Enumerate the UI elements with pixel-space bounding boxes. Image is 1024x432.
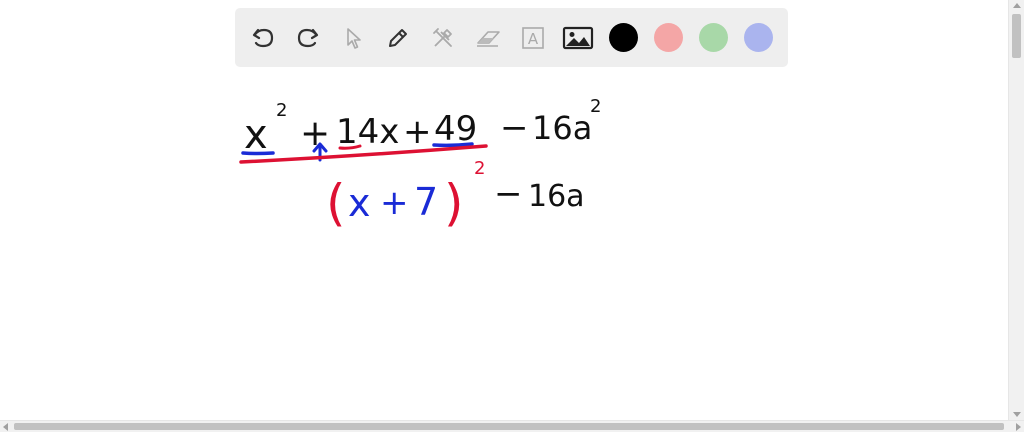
- scroll-right-arrow-icon[interactable]: [1016, 423, 1021, 431]
- text-button[interactable]: A: [517, 22, 549, 54]
- underline-x: [241, 151, 275, 156]
- pen-button[interactable]: [382, 22, 414, 54]
- eraser-icon: [477, 31, 500, 47]
- horizontal-scroll-thumb[interactable]: [14, 423, 1004, 430]
- underline-49: [432, 142, 474, 148]
- line1-exp1: 2: [276, 100, 287, 121]
- vertical-scroll-thumb[interactable]: [1012, 14, 1021, 58]
- line2-plus: +: [380, 183, 409, 223]
- line2-exp: 2: [474, 158, 485, 179]
- pen-icon: [389, 29, 407, 47]
- line1-plus2: +: [403, 112, 432, 152]
- color-swatch-black[interactable]: [609, 23, 638, 52]
- svg-text:A: A: [528, 30, 539, 48]
- drawing-toolbar: A: [235, 8, 788, 67]
- select-button[interactable]: [337, 22, 369, 54]
- color-swatch-red[interactable]: [654, 23, 683, 52]
- line2-x: x: [348, 181, 371, 225]
- line2-term: 16a: [528, 179, 585, 214]
- line1-minus: −: [500, 108, 529, 148]
- redo-icon: [297, 28, 319, 48]
- tools-button[interactable]: [427, 22, 459, 54]
- scroll-up-arrow-icon[interactable]: [1013, 3, 1021, 8]
- scroll-down-arrow-icon[interactable]: [1013, 412, 1021, 417]
- scroll-left-arrow-icon[interactable]: [3, 423, 8, 431]
- vertical-scrollbar[interactable]: [1008, 0, 1024, 420]
- horizontal-scrollbar[interactable]: [0, 420, 1024, 432]
- color-swatch-green[interactable]: [699, 23, 728, 52]
- line1-x: x: [244, 112, 268, 158]
- line1-term: 16a: [532, 109, 592, 147]
- image-icon: [562, 26, 594, 50]
- text-icon: A: [522, 27, 544, 49]
- select-arrow-icon: [347, 28, 361, 49]
- line2-seven: 7: [414, 180, 438, 224]
- undo-button[interactable]: [247, 22, 279, 54]
- line1-exp2: 2: [590, 96, 601, 117]
- image-button[interactable]: [562, 22, 594, 54]
- line1-coef: 14x: [336, 112, 399, 152]
- whiteboard-app: x 2 + 14x + 49 − 16a 2 ( x + 7) 2 − 16a…: [0, 0, 1024, 432]
- line2-minus: −: [494, 174, 523, 214]
- eraser-button[interactable]: [472, 22, 504, 54]
- line2-open-paren: (: [326, 174, 346, 232]
- redo-button[interactable]: [292, 22, 324, 54]
- tools-icon: [433, 28, 452, 47]
- line2-close-paren: ): [444, 174, 464, 232]
- color-swatch-blue[interactable]: [744, 23, 773, 52]
- undo-icon: [252, 28, 274, 48]
